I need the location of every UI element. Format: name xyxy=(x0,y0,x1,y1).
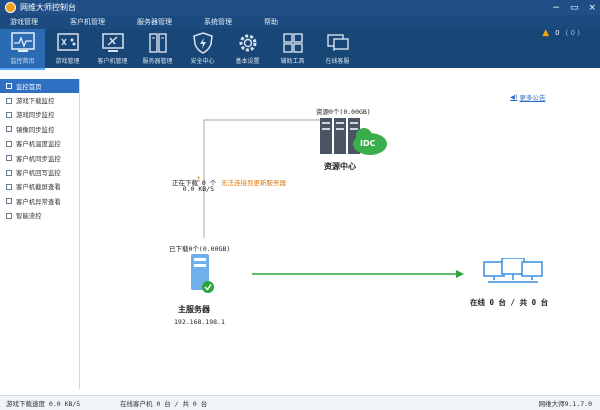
warning-icon[interactable]: ▲ xyxy=(542,28,549,38)
sidebar-item-label: 监控首页 xyxy=(16,82,42,91)
clients-node[interactable] xyxy=(482,257,546,292)
sidebar-item-label: 客户机温度监控 xyxy=(16,140,61,149)
menu-system[interactable]: 系统管理 xyxy=(204,17,232,27)
sidebar-item-client-writeback[interactable]: 客户机回写监控 xyxy=(0,165,79,179)
sidebar-item-image-sync[interactable]: 镜像同步监控 xyxy=(0,122,79,136)
maximize-button[interactable]: ▭ xyxy=(570,3,579,13)
tab-game-manage[interactable]: 游戏管理 xyxy=(45,29,90,68)
resource-caption: 资源0个(0.00GB) xyxy=(316,108,371,116)
toolbar: 监控首页 游戏管理 客户机管理 服务器管理 安全中心 基本设置 辅助工具 在线客… xyxy=(0,29,600,70)
menu-client[interactable]: 客户机管理 xyxy=(70,17,105,27)
tab-label: 监控首页 xyxy=(10,58,35,65)
client-sync-icon xyxy=(6,155,12,162)
download-flow-arrowhead xyxy=(456,270,464,278)
menu-help[interactable]: 帮助 xyxy=(264,17,278,27)
sidebar-item-label: 游戏同步监控 xyxy=(16,111,55,120)
server-rack-icon xyxy=(320,118,387,155)
downloaded-caption: 已下载0个(0.00GB) xyxy=(169,245,231,253)
status-version: 网维大师9.1.7.0 xyxy=(538,400,592,408)
home-icon xyxy=(6,83,12,90)
resource-center-label: 资源中心 xyxy=(324,162,356,171)
tab-aux-tools[interactable]: 辅助工具 xyxy=(270,29,315,68)
monitor-canvas: ◀) 更多公告 资源0个(0.00GB) IDC 资源中心 正在下载 0 个 0… xyxy=(80,68,600,389)
image-sync-icon xyxy=(6,126,12,133)
sidebar-item-game-download[interactable]: 游戏下载监控 xyxy=(0,93,79,107)
chat-icon xyxy=(326,34,349,52)
flow-control-icon xyxy=(6,212,12,219)
download-speed: 0.0 KB/S xyxy=(182,185,214,193)
sidebar-item-monitor-home[interactable]: 监控首页 xyxy=(0,79,79,94)
sidebar-item-label: 游戏下载监控 xyxy=(16,97,55,106)
sidebar-item-client-screenshot[interactable]: 客户机截屏查看 xyxy=(0,180,79,194)
writeback-icon xyxy=(6,169,12,176)
clients-summary: 在线 0 台 / 共 0 台 xyxy=(470,298,549,307)
window-title: 网维大师控制台 xyxy=(20,3,76,12)
sidebar-item-label: 智能流控 xyxy=(16,212,42,221)
link-broken-icon: ⁑ xyxy=(197,176,201,184)
sidebar-item-label: 客户机异常查看 xyxy=(16,197,61,206)
tab-security-center[interactable]: 安全中心 xyxy=(180,29,225,68)
toolbar-status: ▲ 0 ( 0 ) xyxy=(542,28,580,38)
monitor-icon xyxy=(10,32,35,52)
sidebar-item-game-sync[interactable]: 游戏同步监控 xyxy=(0,108,79,122)
sidebar-item-label: 客户机截屏查看 xyxy=(16,183,61,192)
menu-server[interactable]: 服务器管理 xyxy=(137,17,172,27)
close-button[interactable]: × xyxy=(588,3,596,13)
tab-server-manage[interactable]: 服务器管理 xyxy=(135,29,180,68)
main-server-ip: 192.168.198.1 xyxy=(174,318,225,326)
thermometer-icon xyxy=(6,140,12,147)
sidebar-item-client-exception[interactable]: 客户机异常查看 xyxy=(0,194,79,208)
connection-error-text: 无法连接到更新服务器 xyxy=(221,179,286,187)
tab-label: 服务器管理 xyxy=(142,58,173,65)
main-server-node[interactable] xyxy=(186,254,216,296)
gamepad-icon xyxy=(56,33,79,51)
exception-icon xyxy=(6,198,12,205)
title-bar: 网维大师控制台 − ▭ × xyxy=(0,0,600,15)
idc-badge: IDC xyxy=(360,139,376,148)
server-icon xyxy=(148,33,167,53)
tab-online-service[interactable]: 在线客服 xyxy=(315,29,360,68)
sidebar-item-smart-flow[interactable]: 智能流控 xyxy=(0,209,79,223)
menu-game[interactable]: 游戏管理 xyxy=(10,17,38,27)
tab-client-manage[interactable]: 客户机管理 xyxy=(90,29,135,68)
shield-icon xyxy=(192,32,213,54)
menu-bar: 游戏管理 客户机管理 服务器管理 系统管理 帮助 xyxy=(0,15,600,29)
tab-label: 在线客服 xyxy=(325,58,350,65)
tab-label: 辅助工具 xyxy=(280,58,305,65)
minimize-button[interactable]: − xyxy=(552,3,560,13)
tower-server-icon xyxy=(191,254,214,293)
sidebar-item-label: 客户机同步监控 xyxy=(16,154,61,163)
tab-basic-settings[interactable]: 基本设置 xyxy=(225,29,270,68)
warning-count: 0 xyxy=(555,29,560,37)
download-icon xyxy=(6,97,12,104)
status-online-clients: 在线客户机 0 台 / 共 0 台 xyxy=(120,400,208,408)
status-download-speed: 游戏下载速度 0.0 KB/S xyxy=(6,400,81,408)
tab-label: 客户机管理 xyxy=(97,58,128,65)
tools-grid-icon xyxy=(282,33,303,53)
sidebar-item-label: 镜像同步监控 xyxy=(16,125,55,134)
sidebar-item-client-sync[interactable]: 客户机同步监控 xyxy=(0,151,79,165)
sync-icon xyxy=(6,111,12,118)
client-monitors-icon xyxy=(483,257,543,283)
resource-center-node[interactable]: IDC xyxy=(320,118,388,160)
gear-icon xyxy=(239,34,256,52)
info-count[interactable]: ( 0 ) xyxy=(566,29,580,37)
sidebar-item-client-temp[interactable]: 客户机温度监控 xyxy=(0,137,79,151)
tab-label: 基本设置 xyxy=(235,58,260,65)
window-controls: − ▭ × xyxy=(552,0,596,15)
app-logo-icon xyxy=(5,2,16,13)
main-server-label: 主服务器 xyxy=(178,305,210,314)
tab-label: 安全中心 xyxy=(190,58,215,65)
tab-label: 游戏管理 xyxy=(55,58,80,65)
client-tools-icon xyxy=(101,33,124,52)
tab-monitor-home[interactable]: 监控首页 xyxy=(0,29,45,70)
sidebar-item-label: 客户机回写监控 xyxy=(16,169,61,178)
topology-lines xyxy=(203,119,464,278)
sidebar: 监控首页 游戏下载监控 游戏同步监控 镜像同步监控 客户机温度监控 客户机同步监… xyxy=(0,79,80,389)
status-bar: 游戏下载速度 0.0 KB/S 在线客户机 0 台 / 共 0 台 网维大师9.… xyxy=(0,395,600,410)
screenshot-icon xyxy=(6,183,12,190)
